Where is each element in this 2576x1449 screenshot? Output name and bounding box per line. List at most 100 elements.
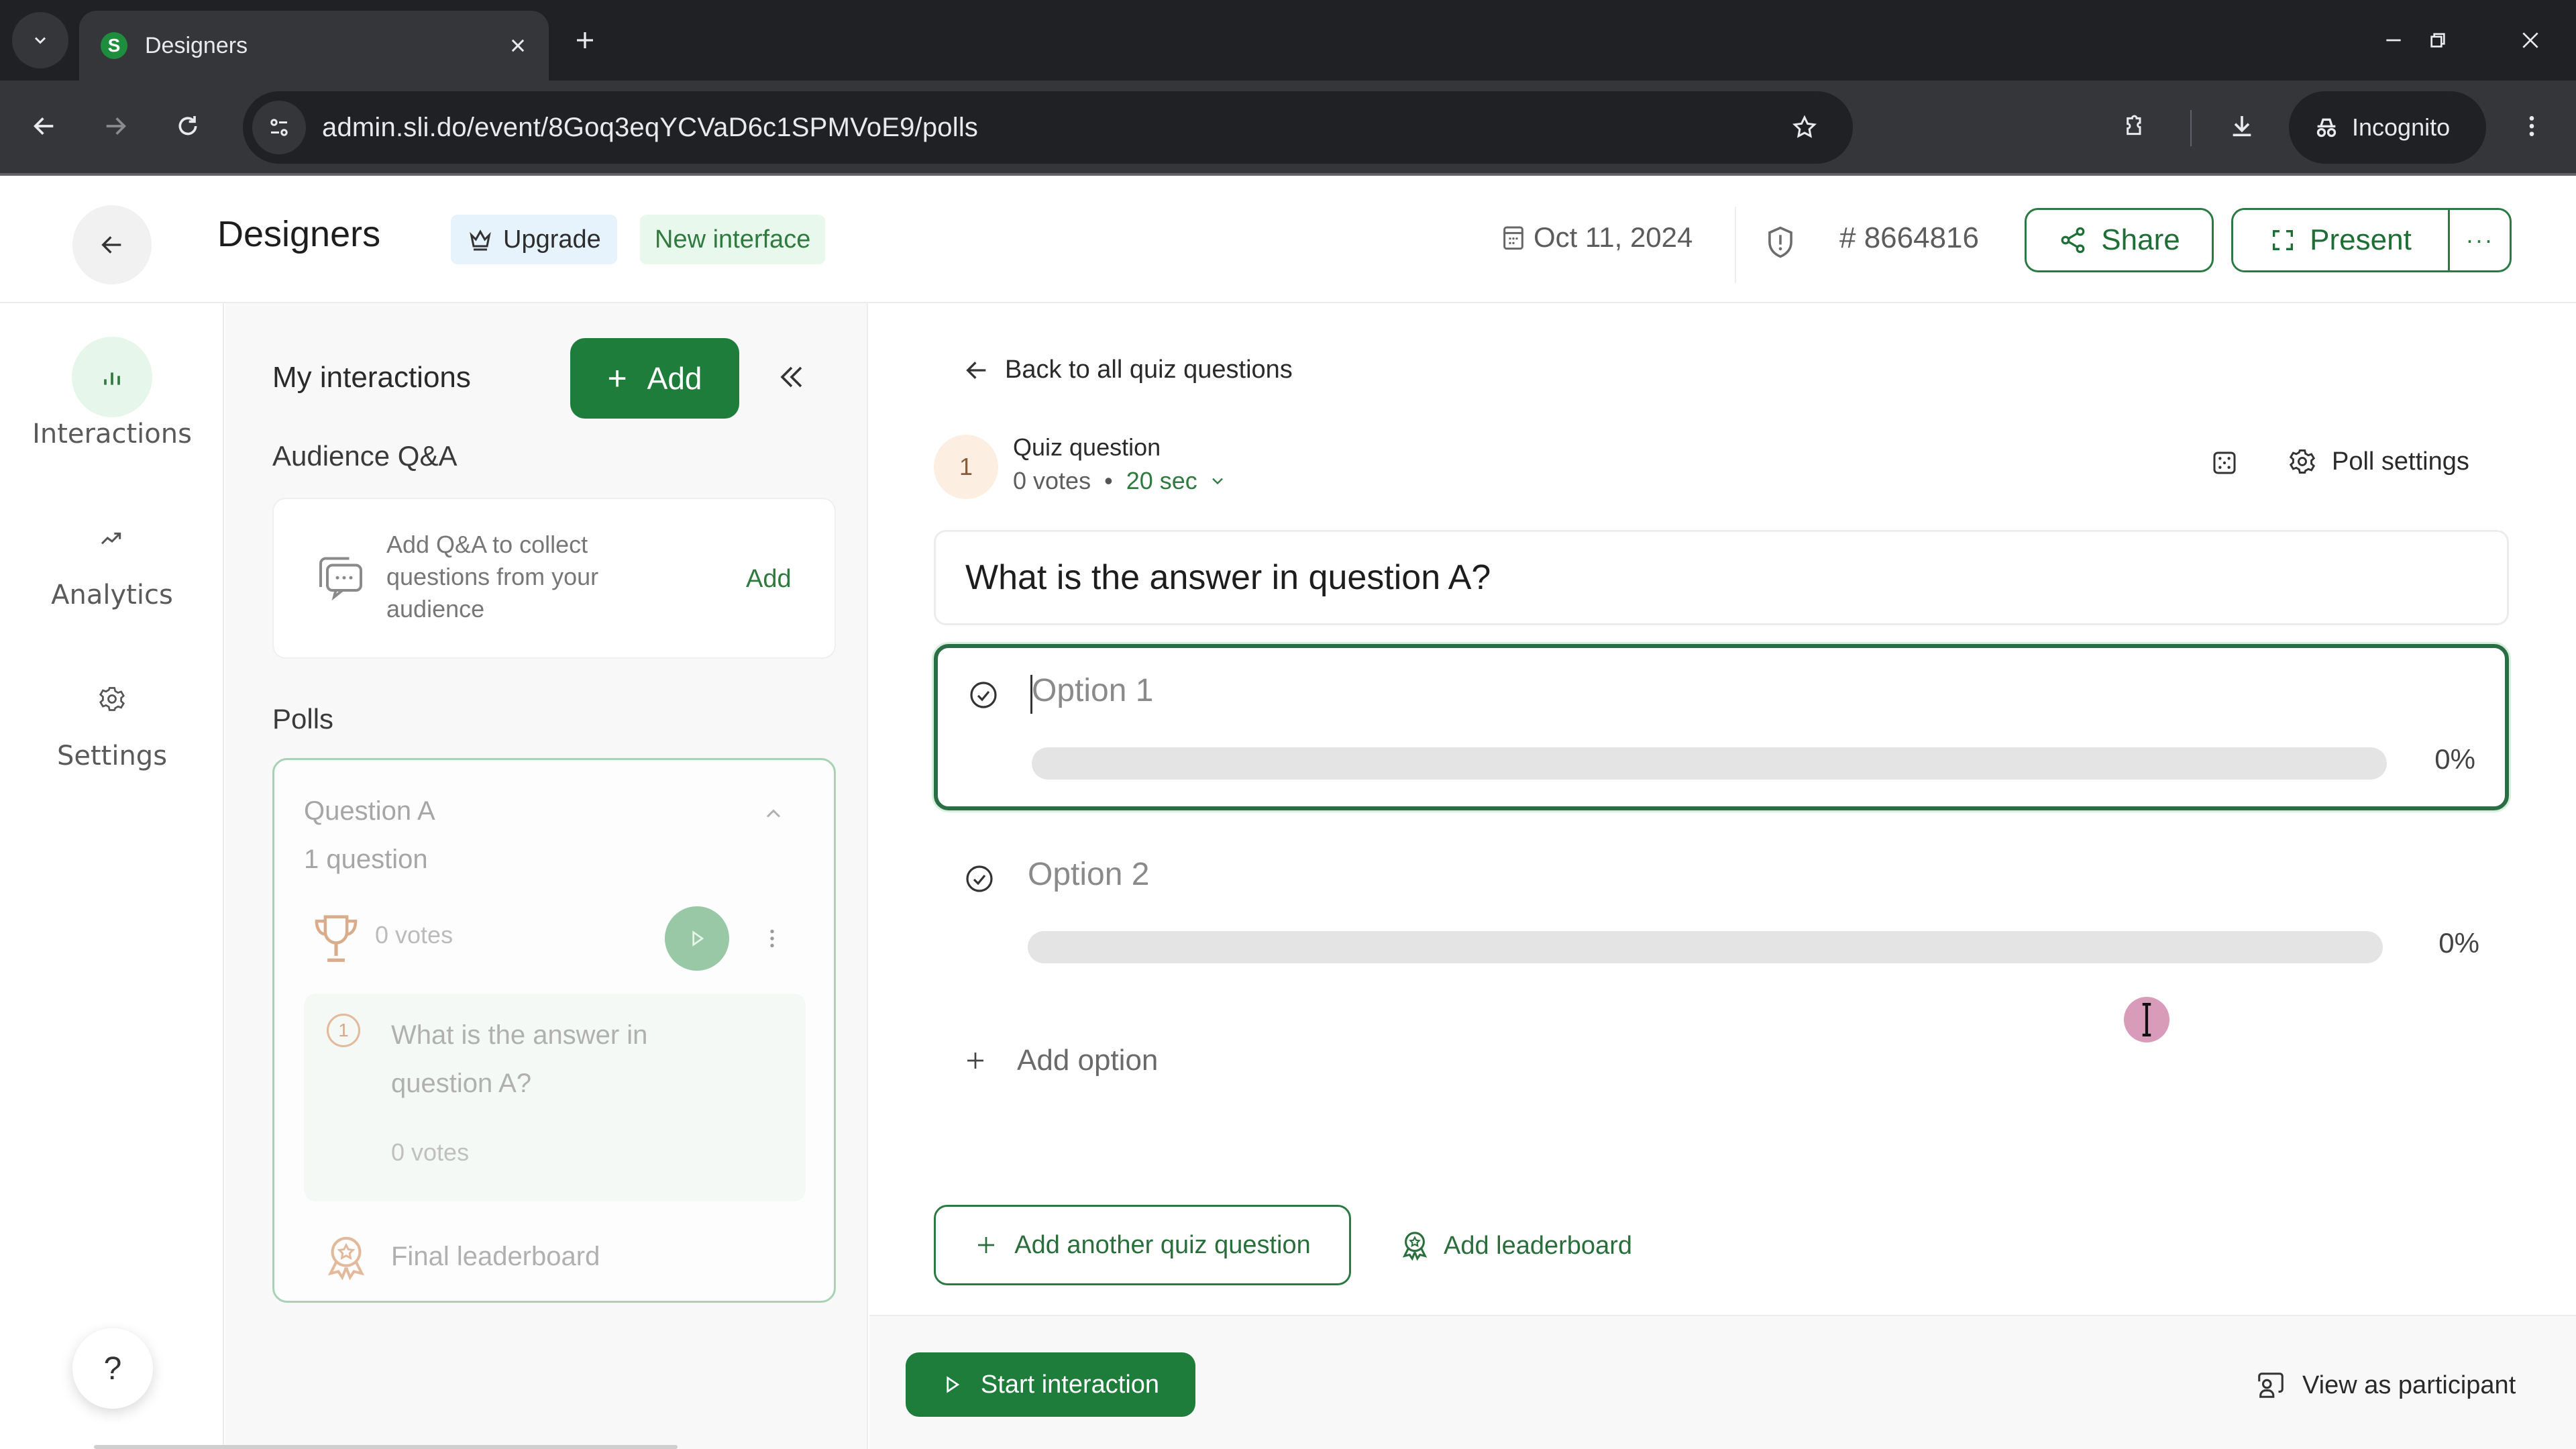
download-icon <box>2233 116 2251 137</box>
browser-toolbar: admin.sli.do/event/8Goq3eqYCVaD6c1SPMVoE… <box>0 80 2576 176</box>
editor-footer: Start interaction View as participant <box>869 1315 2576 1449</box>
back-to-quiz-questions-link[interactable]: Back to all quiz questions <box>963 356 1293 384</box>
horizontal-scrollbar[interactable] <box>94 1445 678 1449</box>
browser-tab-bar: S Designers <box>0 0 2576 80</box>
restore-icon <box>2430 33 2445 48</box>
arrow-left-icon <box>966 361 986 379</box>
address-bar[interactable]: admin.sli.do/event/8Goq3eqYCVaD6c1SPMVoE… <box>243 91 1853 164</box>
qa-card-text: Add Q&A to collect questions from your a… <box>386 531 599 623</box>
reload-button[interactable] <box>161 99 215 153</box>
add-label: Add <box>647 361 702 396</box>
question-text-input[interactable]: What is the answer in question A? <box>934 530 2509 625</box>
add-option-button[interactable]: Add option <box>963 1044 1158 1077</box>
mark-correct-button[interactable] <box>963 863 996 895</box>
add-qa-button[interactable]: Add <box>746 565 792 594</box>
downloads-button[interactable] <box>2215 99 2269 153</box>
back-label: Back to all quiz questions <box>1005 356 1293 384</box>
back-button[interactable] <box>17 99 71 153</box>
help-button[interactable]: ? <box>72 1328 153 1409</box>
participant-view-icon <box>2258 1373 2284 1398</box>
close-window-button[interactable] <box>2504 15 2557 66</box>
question-votes: 0 votes <box>1013 467 1091 494</box>
timer-value: 20 sec <box>1126 467 1197 494</box>
chat-bubbles-icon <box>314 550 368 604</box>
poll-options-button[interactable] <box>760 925 784 952</box>
add-leaderboard-label: Add leaderboard <box>1444 1231 1632 1260</box>
option-percent: 0% <box>2434 743 2475 775</box>
tab-close-button[interactable] <box>498 25 538 66</box>
nav-item-analytics[interactable]: Analytics <box>0 498 224 610</box>
start-interaction-button[interactable]: Start interaction <box>906 1352 1195 1417</box>
incognito-icon <box>2316 118 2337 138</box>
poll-title: Question A <box>304 796 435 826</box>
poll-settings-label: Poll settings <box>2332 447 2469 476</box>
question-meta: 0 votes • 20 sec <box>1013 467 1227 495</box>
add-leaderboard-button[interactable]: Add leaderboard <box>1399 1229 1632 1263</box>
qa-section-title: Audience Q&A <box>272 440 458 472</box>
crown-icon <box>470 229 491 251</box>
share-icon <box>2061 227 2085 254</box>
forward-button[interactable] <box>89 99 142 153</box>
browser-tab-active[interactable]: S Designers <box>79 11 549 80</box>
add-quiz-question-label: Add another quiz question <box>1014 1230 1311 1259</box>
site-info-button[interactable] <box>252 101 306 154</box>
mark-correct-button[interactable] <box>967 679 1000 711</box>
poll-question-count: 1 question <box>304 845 428 874</box>
poll-card[interactable]: Question A 1 question 0 votes 1 What is … <box>272 758 836 1303</box>
event-code[interactable]: # 8664816 <box>1839 221 1979 255</box>
final-leaderboard-item[interactable]: Final leaderboard <box>391 1242 600 1272</box>
collapse-panel-button[interactable] <box>775 361 808 393</box>
restore-button[interactable] <box>2411 15 2465 66</box>
incognito-profile-button[interactable]: Incognito <box>2289 91 2486 164</box>
add-another-quiz-question-button[interactable]: Add another quiz question <box>934 1205 1351 1285</box>
shield-alert-icon <box>1768 226 1792 258</box>
poll-question-item[interactable]: 1 What is the answer in question A? 0 vo… <box>304 994 806 1201</box>
plus-icon <box>577 32 593 48</box>
question-type: Quiz question <box>1013 433 1161 461</box>
activate-poll-button[interactable] <box>665 906 729 971</box>
kebab-menu-icon <box>770 929 774 948</box>
back-to-events-button[interactable] <box>72 205 152 284</box>
present-button[interactable]: Present <box>2233 210 2448 270</box>
option-row-2[interactable]: Option 2 0% <box>934 832 2509 998</box>
event-date[interactable]: Oct 11, 2024 <box>1501 221 1693 254</box>
qa-card: Add Q&A to collect questions from your a… <box>272 498 836 659</box>
option-result-bar <box>1028 931 2383 963</box>
browser-menu-button[interactable] <box>2505 99 2559 153</box>
question-votes: 0 votes <box>391 1138 470 1166</box>
upgrade-button[interactable]: Upgrade <box>451 215 617 264</box>
check-circle-icon <box>970 682 997 708</box>
calendar-icon <box>1503 226 1523 250</box>
tab-search-button[interactable] <box>12 12 68 68</box>
dice-icon <box>2213 451 2236 474</box>
extensions-button[interactable] <box>2106 99 2160 153</box>
timer-dropdown[interactable]: 20 sec <box>1126 467 1227 495</box>
option-row-1[interactable]: Option 1 0% <box>934 644 2509 810</box>
profile-label: Incognito <box>2352 113 2451 141</box>
privacy-shield-button[interactable] <box>1766 225 1795 259</box>
present-more-button[interactable]: ··· <box>2448 210 2510 270</box>
poll-settings-button[interactable]: Poll settings <box>2288 447 2469 476</box>
new-tab-button[interactable] <box>564 19 606 62</box>
nav-item-settings[interactable]: Settings <box>0 659 224 771</box>
plus-icon <box>967 1053 983 1069</box>
collapse-poll-button[interactable] <box>761 802 786 826</box>
minimize-icon <box>2386 39 2401 42</box>
share-button[interactable]: Share <box>2025 208 2214 272</box>
add-interaction-button[interactable]: + Add <box>570 338 739 419</box>
option-percent: 0% <box>2438 927 2479 959</box>
view-as-participant-button[interactable]: View as participant <box>2255 1370 2516 1401</box>
bookmark-button[interactable] <box>1783 106 1826 149</box>
close-icon <box>511 39 525 52</box>
tab-title: Designers <box>145 32 248 58</box>
trophy-icon <box>309 910 363 967</box>
bar-chart-icon <box>72 337 152 417</box>
nav-item-interactions[interactable]: Interactions <box>0 337 224 449</box>
option-input[interactable]: Option 2 <box>1028 856 1149 893</box>
new-interface-badge[interactable]: New interface <box>640 215 826 264</box>
arrow-left-icon <box>101 236 121 254</box>
shuffle-options-button[interactable] <box>2211 449 2238 476</box>
option-input[interactable]: Option 1 <box>1032 672 1153 709</box>
double-chevron-left-icon <box>780 366 802 388</box>
nav-label: Settings <box>56 741 168 771</box>
